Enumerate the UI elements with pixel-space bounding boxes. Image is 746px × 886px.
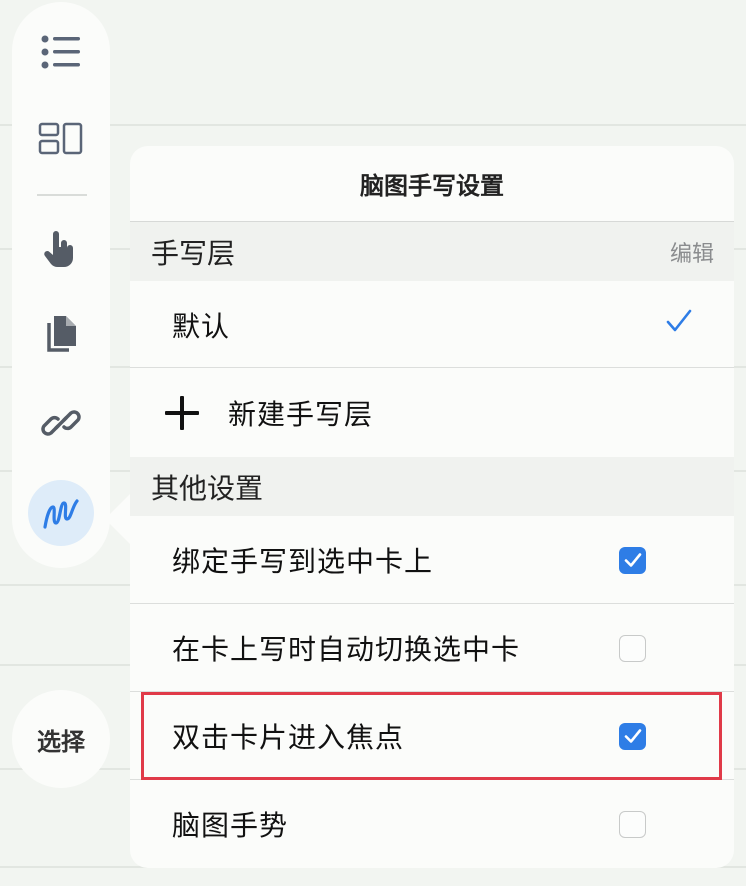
active-tool-indicator bbox=[28, 480, 94, 546]
layer-label: 默认 bbox=[172, 309, 231, 343]
layer-row-default[interactable]: 默认 bbox=[130, 281, 734, 368]
link-icon bbox=[41, 410, 81, 436]
checkbox-bind-handwriting[interactable] bbox=[619, 546, 646, 574]
hand-pointer-icon bbox=[44, 231, 73, 268]
copy-pages-icon bbox=[47, 316, 76, 352]
background-rule bbox=[0, 124, 746, 126]
edit-layers-button[interactable]: 编辑 bbox=[670, 236, 714, 268]
layout-view-button[interactable] bbox=[12, 104, 110, 174]
checkbox-double-tap-focus[interactable] bbox=[619, 722, 646, 750]
section-title-other: 其他设置 bbox=[151, 471, 264, 505]
setting-row-auto-switch[interactable]: 在卡上写时自动切换选中卡 bbox=[130, 604, 734, 692]
check-icon bbox=[624, 729, 641, 743]
list-icon bbox=[41, 35, 80, 69]
setting-label: 脑图手势 bbox=[172, 809, 289, 842]
list-view-button[interactable] bbox=[12, 17, 110, 87]
setting-row-bind-handwriting[interactable]: 绑定手写到选中卡上 bbox=[130, 516, 734, 604]
checkbox-auto-switch[interactable] bbox=[619, 634, 646, 662]
checkmark-icon bbox=[666, 309, 692, 332]
section-title-layers: 手写层 bbox=[151, 236, 236, 270]
popover-arrow bbox=[105, 493, 131, 545]
pointer-tool-button[interactable] bbox=[12, 214, 110, 284]
section-header-other: 其他设置 bbox=[130, 457, 734, 516]
select-mode-button[interactable]: 选择 bbox=[12, 690, 110, 788]
setting-label: 绑定手写到选中卡上 bbox=[172, 545, 434, 578]
setting-label: 双击卡片进入焦点 bbox=[172, 721, 405, 754]
new-layer-button[interactable]: 新建手写层 bbox=[130, 368, 734, 457]
setting-row-double-tap-focus[interactable]: 双击卡片进入焦点 bbox=[130, 692, 734, 780]
pages-tool-button[interactable] bbox=[12, 299, 110, 369]
layout-icon bbox=[38, 122, 83, 155]
popover-title: 脑图手写设置 bbox=[130, 146, 734, 222]
handwriting-tool-button[interactable] bbox=[12, 478, 110, 548]
setting-row-mindmap-gestures[interactable]: 脑图手势 bbox=[130, 780, 734, 868]
plus-icon bbox=[164, 395, 200, 431]
check-icon bbox=[624, 553, 641, 567]
setting-label: 在卡上写时自动切换选中卡 bbox=[172, 633, 521, 666]
new-layer-label: 新建手写层 bbox=[228, 397, 374, 431]
checkbox-mindmap-gestures[interactable] bbox=[619, 810, 646, 838]
left-toolbar bbox=[12, 2, 110, 568]
handwriting-icon bbox=[43, 499, 79, 529]
handwriting-settings-popover: 脑图手写设置 手写层 编辑 默认 新建手写层 其他设置 绑定手写到选中卡上 在卡… bbox=[130, 146, 734, 868]
toolbar-divider bbox=[37, 194, 87, 196]
link-tool-button[interactable] bbox=[12, 388, 110, 458]
select-mode-label: 选择 bbox=[37, 727, 85, 756]
section-header-layers: 手写层 编辑 bbox=[130, 222, 734, 281]
